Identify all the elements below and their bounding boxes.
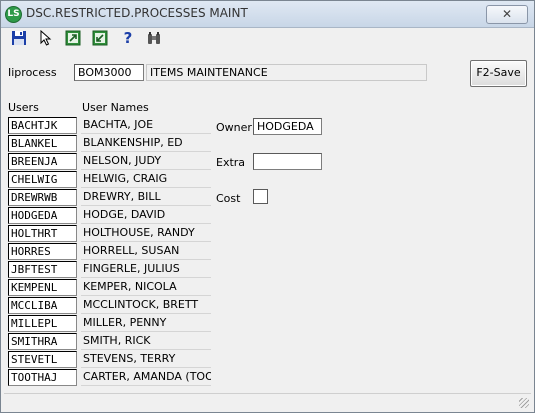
user-name-cell: CARTER, AMANDA (TOOT xyxy=(81,369,211,386)
user-names-column-header: User Names xyxy=(82,101,149,114)
user-id-cell[interactable]: HODGEDA xyxy=(8,207,77,224)
extra-label: Extra xyxy=(216,156,246,169)
owner-label: Owner xyxy=(216,121,252,134)
user-id-cell[interactable]: SMITHRA xyxy=(8,333,77,350)
window-title: DSC.RESTRICTED.PROCESSES MAINT xyxy=(26,6,248,20)
resize-grip[interactable] xyxy=(519,398,529,408)
users-column-header: Users xyxy=(8,101,39,114)
user-id-cell[interactable]: HOLTHRT xyxy=(8,225,77,242)
user-id-cell[interactable]: KEMPENL xyxy=(8,279,77,296)
cost-label: Cost xyxy=(216,192,241,205)
save-button[interactable]: F2-Save xyxy=(470,60,527,87)
owner-input[interactable]: HODGEDA xyxy=(253,118,322,135)
user-id-cell[interactable]: TOOTHAJ xyxy=(8,369,77,386)
cost-checkbox[interactable] xyxy=(253,189,268,204)
extra-input[interactable] xyxy=(253,153,322,170)
save-icon[interactable] xyxy=(11,30,27,46)
user-name-cell: STEVENS, TERRY xyxy=(81,351,211,368)
title-bar: LS DSC.RESTRICTED.PROCESSES MAINT ✕ xyxy=(1,1,534,28)
import-icon[interactable] xyxy=(92,30,108,46)
user-name-cell: HELWIG, CRAIG xyxy=(81,171,211,188)
close-button[interactable]: ✕ xyxy=(486,5,528,24)
user-name-cell: FINGERLE, JULIUS xyxy=(81,261,211,278)
user-id-cell[interactable]: BACHTJK xyxy=(8,117,77,134)
toolbar: ? xyxy=(1,28,534,50)
user-id-cell[interactable]: DREWRWB xyxy=(8,189,77,206)
process-label: Iiprocess xyxy=(8,66,57,79)
export-icon[interactable] xyxy=(65,30,81,46)
user-name-cell: BACHTA, JOE xyxy=(81,117,211,134)
user-name-cell: MILLER, PENNY xyxy=(81,315,211,332)
main-window: LS DSC.RESTRICTED.PROCESSES MAINT ✕ ? Ii… xyxy=(0,0,535,413)
user-name-cell: BLANKENSHIP, ED xyxy=(81,135,211,152)
process-input[interactable]: BOM3000 xyxy=(74,64,144,81)
user-id-cell[interactable]: MILLEPL xyxy=(8,315,77,332)
save-button-label: F2-Save xyxy=(476,66,521,79)
app-icon: LS xyxy=(5,6,22,23)
binoculars-icon[interactable] xyxy=(146,30,162,46)
help-icon[interactable]: ? xyxy=(120,30,136,46)
user-name-cell: HOLTHOUSE, RANDY xyxy=(81,225,211,242)
user-name-cell: KEMPER, NICOLA xyxy=(81,279,211,296)
pointer-icon[interactable] xyxy=(38,30,54,46)
user-name-cell: MCCLINTOCK, BRETT xyxy=(81,297,211,314)
user-id-cell[interactable]: BLANKEL xyxy=(8,135,77,152)
user-id-cell[interactable]: STEVETL xyxy=(8,351,77,368)
user-name-cell: DREWRY, BILL xyxy=(81,189,211,206)
user-id-cell[interactable]: MCCLIBA xyxy=(8,297,77,314)
status-bar xyxy=(4,393,531,410)
user-id-cell[interactable]: CHELWIG xyxy=(8,171,77,188)
user-name-cell: HORRELL, SUSAN xyxy=(81,243,211,260)
user-name-cell: NELSON, JUDY xyxy=(81,153,211,170)
process-description: ITEMS MAINTENANCE xyxy=(146,64,427,81)
user-name-cell: SMITH, RICK xyxy=(81,333,211,350)
user-id-cell[interactable]: JBFTEST xyxy=(8,261,77,278)
user-name-cell: HODGE, DAVID xyxy=(81,207,211,224)
user-id-cell[interactable]: BREENJA xyxy=(8,153,77,170)
user-id-cell[interactable]: HORRES xyxy=(8,243,77,260)
